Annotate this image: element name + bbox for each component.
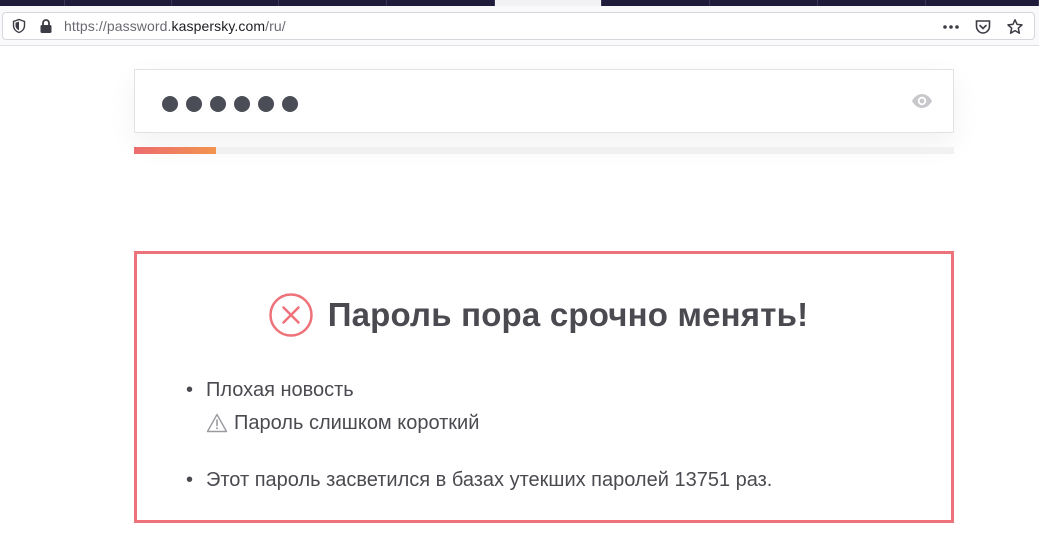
password-input[interactable] xyxy=(134,69,954,133)
error-circle-icon xyxy=(268,293,313,337)
shield-icon[interactable] xyxy=(11,18,27,34)
result-title: Пароль пора срочно менять! xyxy=(327,296,809,333)
password-dot xyxy=(186,96,202,112)
password-dot xyxy=(234,96,250,112)
password-dot xyxy=(162,96,178,112)
lock-icon[interactable] xyxy=(39,18,53,34)
warning-row: Пароль слишком короткий xyxy=(186,406,772,440)
masked-password xyxy=(162,96,298,112)
bullet: • xyxy=(186,379,194,401)
bullet: • xyxy=(186,469,194,491)
eye-icon[interactable] xyxy=(911,93,933,109)
leak-count-text: Этот пароль засветился в базах утекших п… xyxy=(206,469,773,491)
url-prefix: https://password. xyxy=(64,18,172,34)
address-bar[interactable]: https://password.kaspersky.com/ru/ xyxy=(2,12,1035,40)
browser-toolbar: https://password.kaspersky.com/ru/ xyxy=(0,6,1039,46)
pocket-icon[interactable] xyxy=(974,18,992,36)
url-text: https://password.kaspersky.com/ru/ xyxy=(64,18,286,34)
strength-meter xyxy=(134,147,954,154)
list-item: • Этот пароль засветился в базах утекших… xyxy=(186,464,772,496)
warning-icon xyxy=(206,413,228,433)
password-dot xyxy=(210,96,226,112)
result-panel: Пароль пора срочно менять! • Плохая ново… xyxy=(134,251,954,523)
list-item: • Плохая новость xyxy=(186,374,772,406)
url-suffix: /ru/ xyxy=(265,18,286,34)
url-host: kaspersky.com xyxy=(171,18,266,34)
bad-news-label: Плохая новость xyxy=(206,379,354,401)
password-dot xyxy=(282,96,298,112)
more-icon[interactable] xyxy=(942,18,960,36)
star-icon[interactable] xyxy=(1006,18,1024,36)
warning-text: Пароль слишком короткий xyxy=(234,412,480,434)
password-dot xyxy=(258,96,274,112)
strength-meter-fill xyxy=(134,147,216,154)
